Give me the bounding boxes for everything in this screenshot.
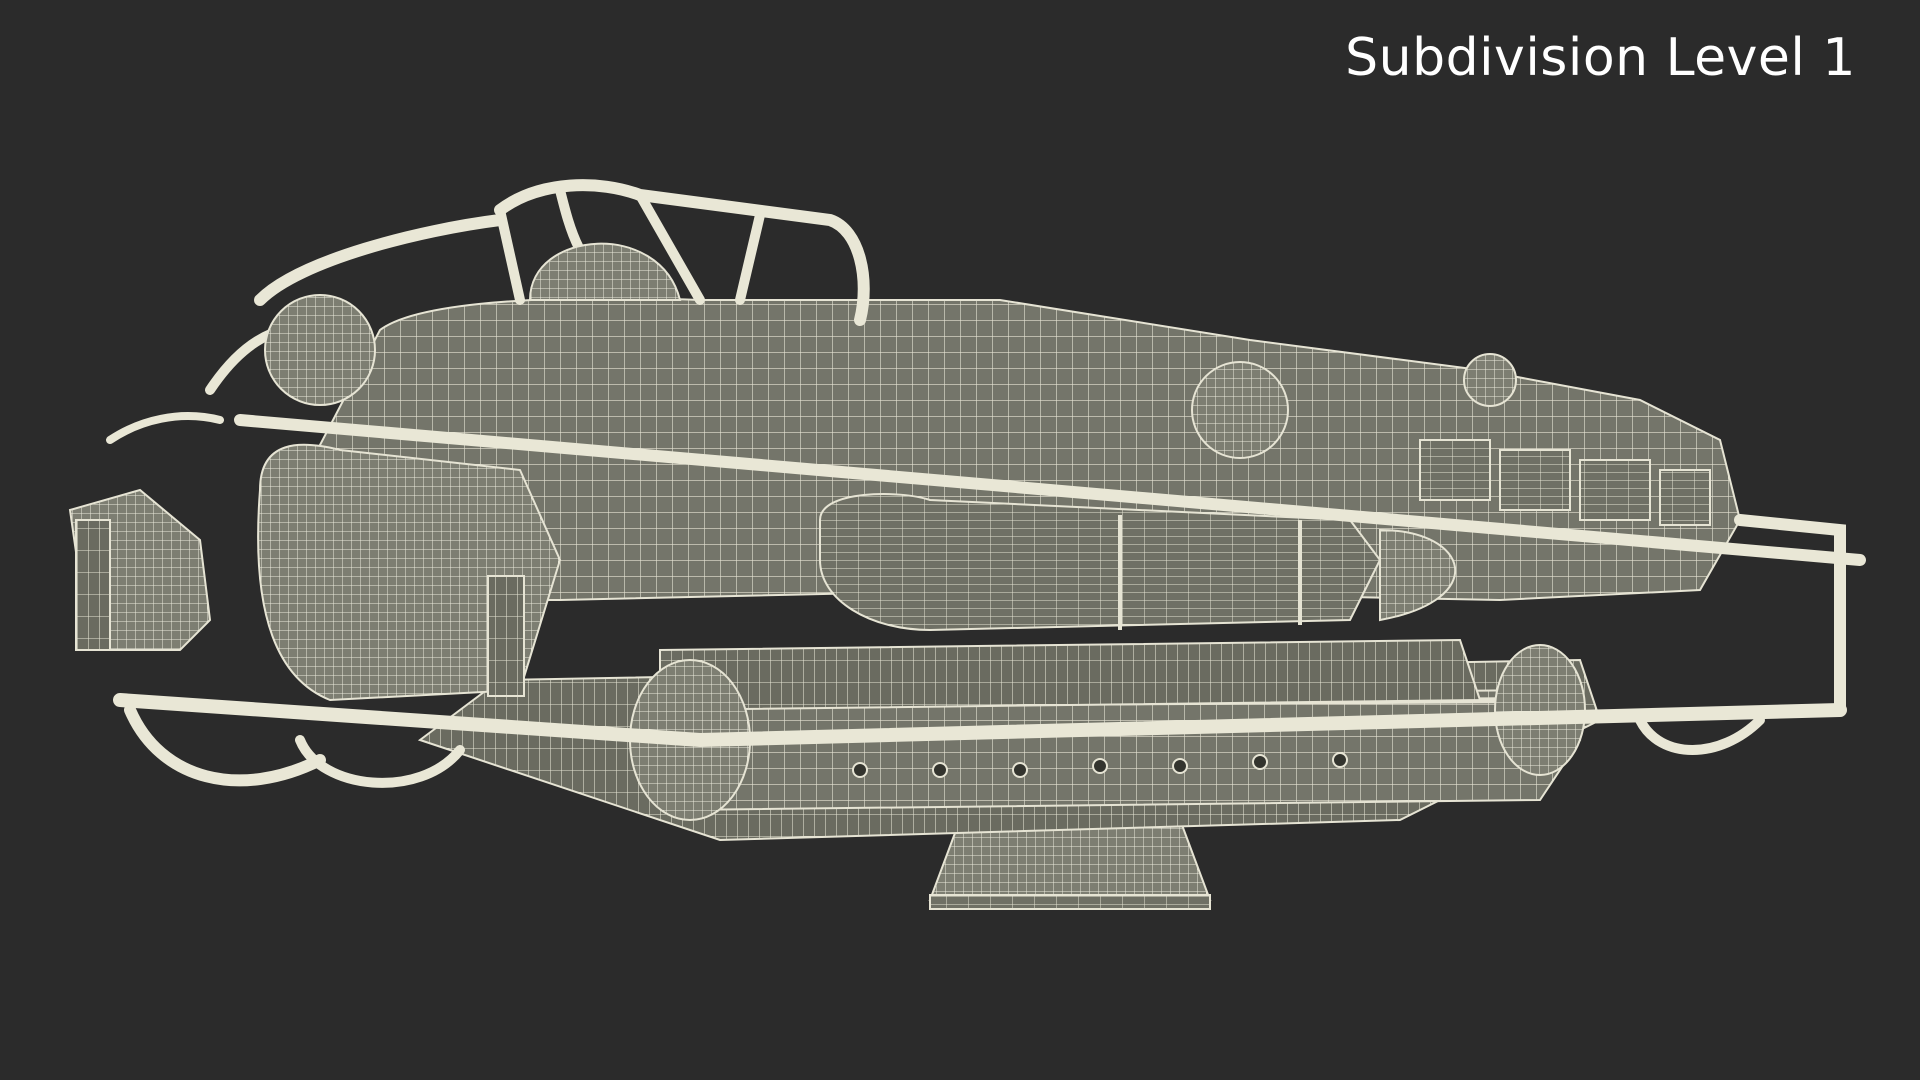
subdivision-level-label: Subdivision Level 1 xyxy=(1345,28,1856,88)
canister xyxy=(487,575,525,697)
wireframe-model xyxy=(68,179,1866,910)
left-bracket xyxy=(68,488,212,651)
render-viewport: Subdivision Level 1 xyxy=(0,0,1920,1080)
